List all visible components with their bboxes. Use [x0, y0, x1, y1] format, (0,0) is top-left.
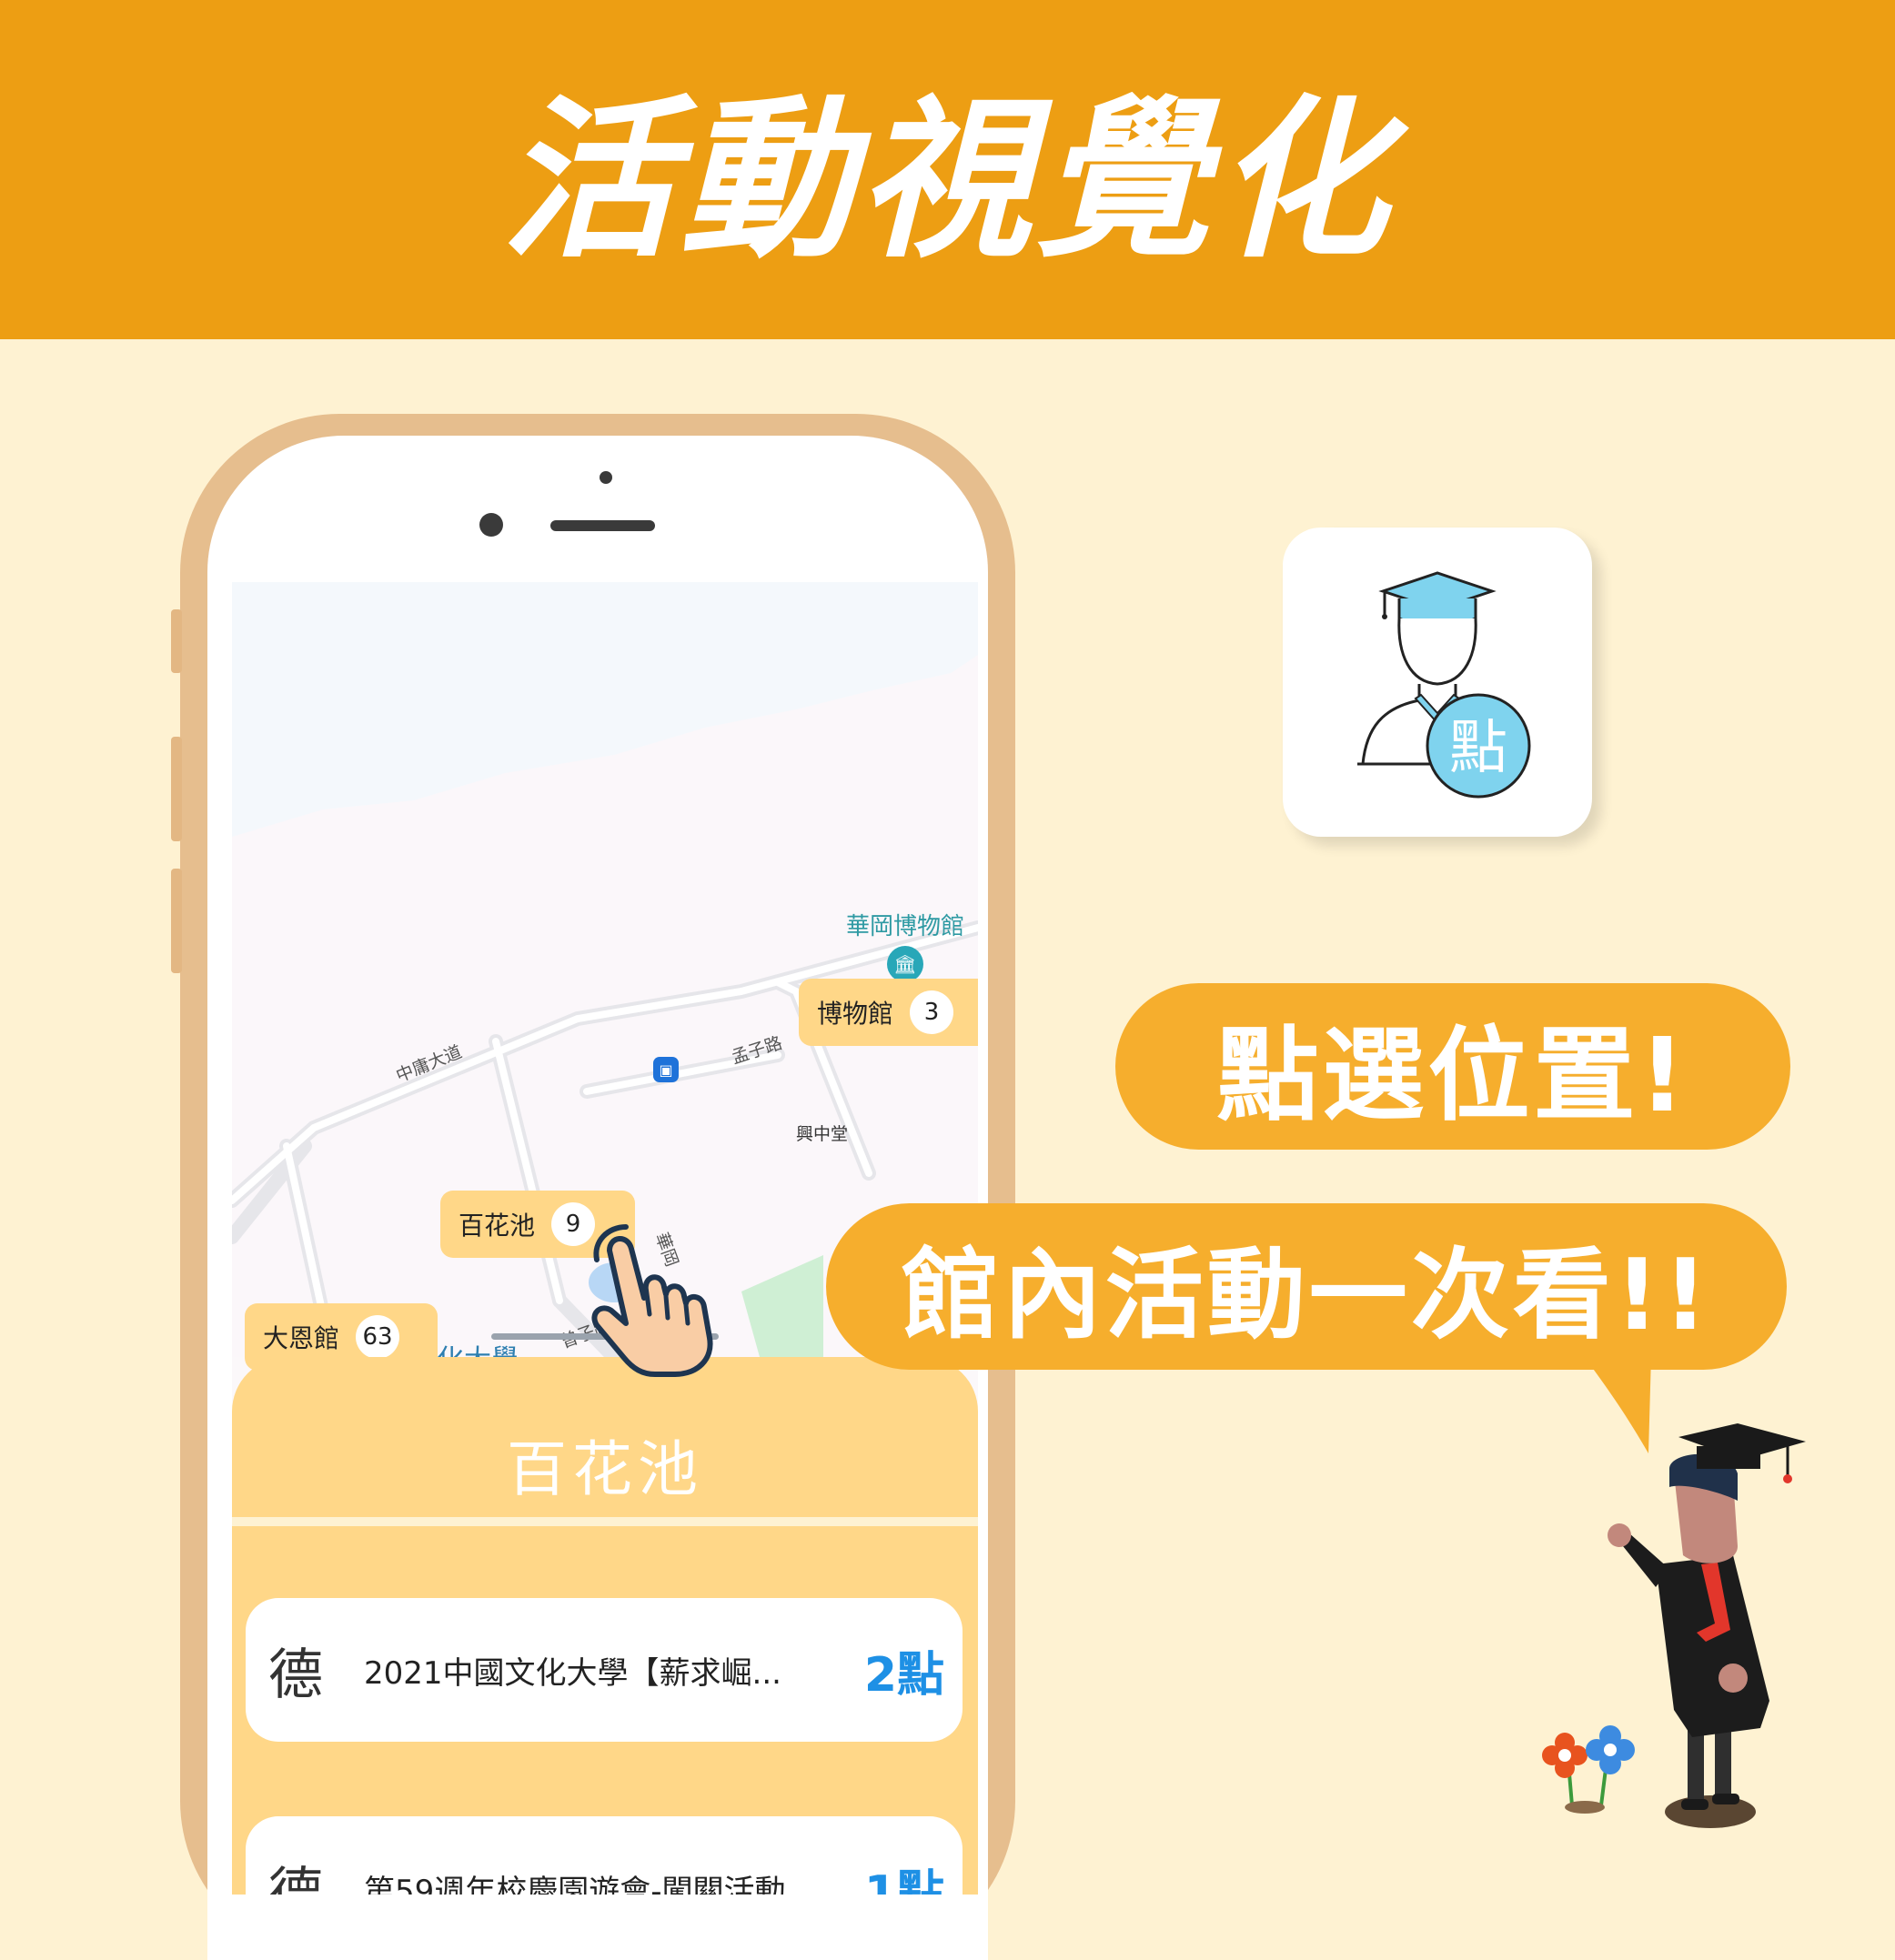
event-title: 2021中國文化大學【薪求崛... — [364, 1654, 781, 1692]
map-poi-museum-label: 華岡博物館 — [846, 913, 965, 940]
marker-name: 大恩館 — [263, 1323, 340, 1353]
event-organizer-avatar: 德 — [268, 1861, 323, 1895]
event-points: 2點 — [863, 1647, 944, 1703]
app-icon-glyph: 點 — [1449, 715, 1507, 782]
callout-secondary-text: 館內活動一次看!! — [901, 1238, 1712, 1352]
event-card[interactable]: 德 2021中國文化大學【薪求崛... 2點 — [246, 1598, 963, 1742]
phone-sensor — [600, 471, 612, 484]
callout-select-location: 點選位置! — [1115, 983, 1790, 1150]
header-banner: 活動視覺化 — [0, 0, 1895, 339]
map-marker-museum[interactable]: 博物館 3 — [799, 979, 978, 1046]
sheet-title: 百花池 — [507, 1434, 703, 1504]
museum-icon[interactable]: 🏛 — [887, 946, 923, 982]
pointing-hand-icon — [591, 1224, 713, 1377]
phone-camera — [479, 513, 503, 537]
sheet-divider — [232, 1517, 978, 1526]
bus-icon[interactable]: ▣ — [653, 1057, 679, 1082]
graduate-app-icon: 點 — [1357, 571, 1531, 799]
event-card[interactable]: 德 第59週年校慶園遊會-闖關活動 1點 — [246, 1816, 963, 1895]
marker-name: 百花池 — [459, 1211, 536, 1241]
phone-speaker — [550, 520, 655, 531]
event-points: 1點 — [863, 1865, 944, 1895]
event-title: 第59週年校慶園遊會-闖關活動 — [364, 1873, 786, 1895]
marker-count: 3 — [910, 990, 954, 1034]
callout-view-events: 館內活動一次看!! — [826, 1203, 1787, 1370]
callout-primary-text: 點選位置! — [1216, 1016, 1689, 1135]
phone-mute-switch — [171, 609, 182, 673]
phone-volume-down — [171, 869, 182, 973]
map-building-label: 興中堂 — [796, 1124, 849, 1144]
marker-count: 63 — [356, 1315, 400, 1359]
phone-volume-up — [171, 737, 182, 841]
marker-name: 博物館 — [817, 999, 894, 1029]
marker-count: 9 — [551, 1202, 596, 1246]
flowers-decoration — [1542, 1725, 1635, 1814]
app-logo-card: 點 — [1283, 528, 1592, 837]
event-organizer-avatar: 德 — [268, 1643, 323, 1707]
banner-title: 活動視覺化 — [501, 80, 1394, 281]
location-bottom-sheet[interactable]: 百花池 德 2021中國文化大學【薪求崛... 2點 德 第59週年校慶園遊會-… — [232, 1357, 978, 1895]
